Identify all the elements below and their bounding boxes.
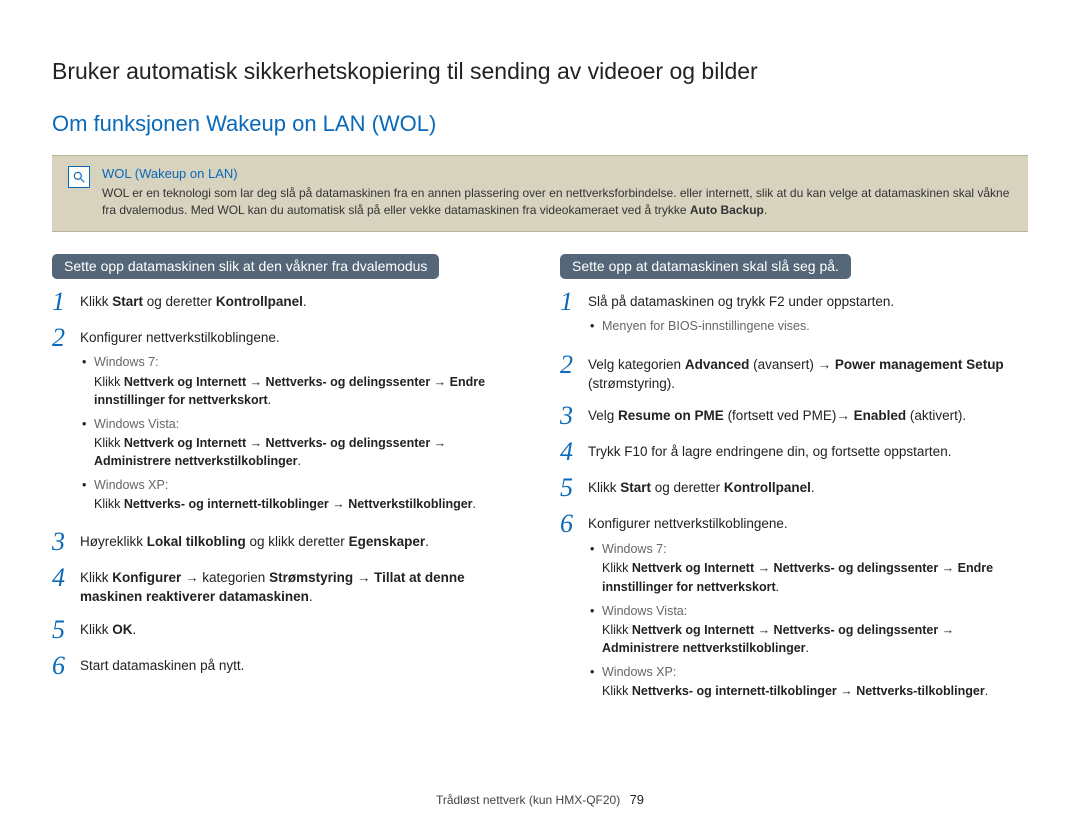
list-item: Windows Vista: Klikk Nettverk og Interne…	[590, 602, 1028, 657]
list-item: Windows 7: Klikk Nettverk og Internett →…	[590, 540, 1028, 595]
right-step-5: 5 Klikk Start og deretter Kontrollpanel.	[560, 475, 1028, 501]
magnifier-icon	[68, 166, 90, 188]
left-step-4: 4 Klikk Konfigurer → kategorien Strømsty…	[52, 565, 520, 607]
page-number: 79	[630, 792, 644, 807]
left-step-6: 6 Start datamaskinen på nytt.	[52, 653, 520, 679]
wol-info-box: WOL (Wakeup on LAN) WOL er en teknologi …	[52, 155, 1028, 232]
page-title: Bruker automatisk sikkerhetskopiering ti…	[52, 58, 1028, 85]
page-footer: Trådløst nettverk (kun HMX-QF20) 79	[0, 792, 1080, 807]
right-step-2: 2 Velg kategorien Advanced (avansert) → …	[560, 352, 1028, 394]
footer-text: Trådløst nettverk (kun HMX-QF20)	[436, 793, 620, 807]
left-step-1: 1 Klikk Start og deretter Kontrollpanel.	[52, 289, 520, 315]
list-item: Windows 7: Klikk Nettverk og Internett →…	[82, 353, 520, 408]
right-column: Sette opp at datamaskinen skal slå seg p…	[560, 254, 1028, 717]
info-body: WOL er en teknologi som lar deg slå på d…	[102, 185, 1012, 219]
left-step-5: 5 Klikk OK.	[52, 617, 520, 643]
right-step-1: 1 Slå på datamaskinen og trykk F2 under …	[560, 289, 1028, 342]
left-header: Sette opp datamaskinen slik at den våkne…	[52, 254, 439, 279]
right-header: Sette opp at datamaskinen skal slå seg p…	[560, 254, 851, 279]
left-column: Sette opp datamaskinen slik at den våkne…	[52, 254, 520, 717]
list-item: Menyen for BIOS-innstillingene vises.	[590, 317, 894, 335]
left-step-2: 2 Konfigurer nettverkstilkoblingene. Win…	[52, 325, 520, 520]
left-step-3: 3 Høyreklikk Lokal tilkobling og klikk d…	[52, 529, 520, 555]
list-item: Windows XP: Klikk Nettverks- og internet…	[82, 476, 520, 513]
list-item: Windows XP: Klikk Nettverks- og internet…	[590, 663, 1028, 700]
right-step-3: 3 Velg Resume on PME (fortsett ved PME)→…	[560, 403, 1028, 429]
right-step-4: 4 Trykk F10 for å lagre endringene din, …	[560, 439, 1028, 465]
info-title: WOL (Wakeup on LAN)	[102, 166, 1012, 181]
right-step-6: 6 Konfigurer nettverkstilkoblingene. Win…	[560, 511, 1028, 706]
section-title: Om funksjonen Wakeup on LAN (WOL)	[52, 111, 1028, 137]
list-item: Windows Vista: Klikk Nettverk og Interne…	[82, 415, 520, 470]
